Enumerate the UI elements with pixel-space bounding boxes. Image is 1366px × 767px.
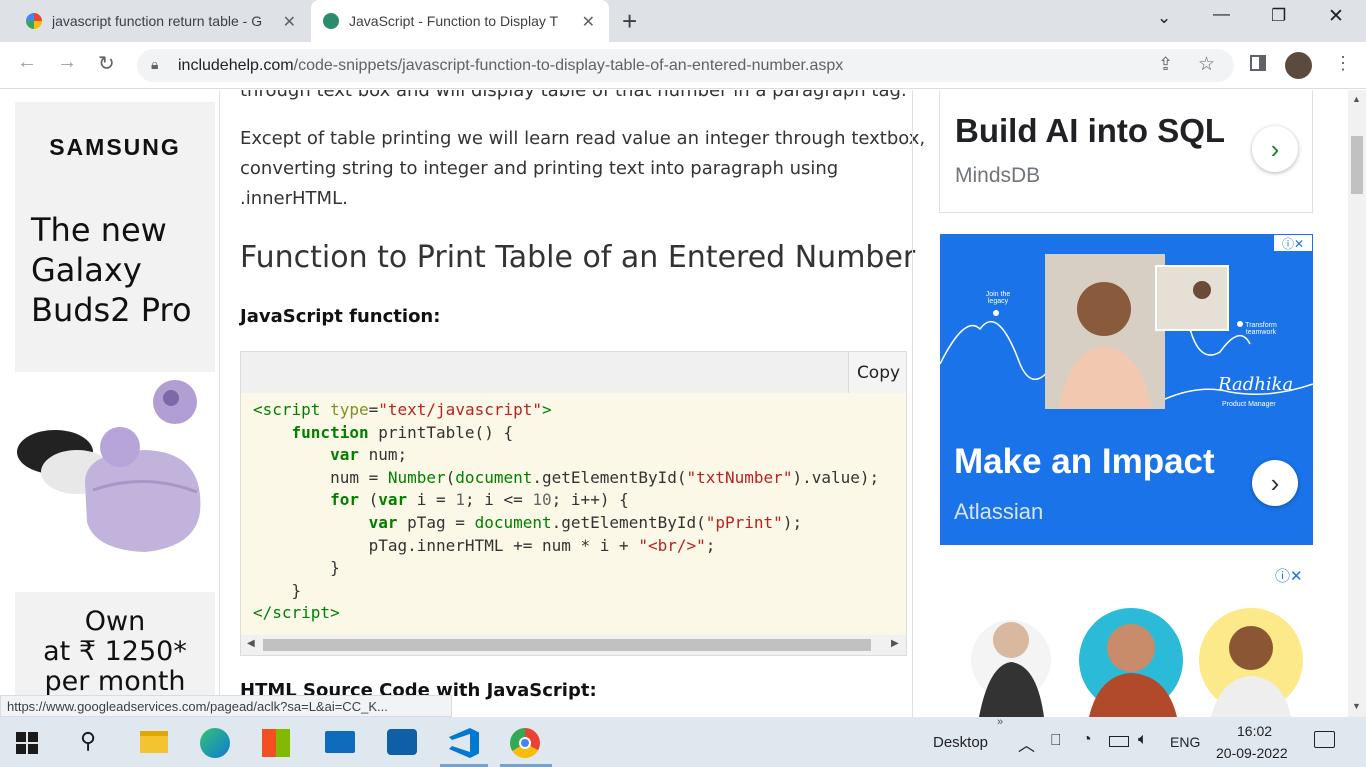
subheading: JavaScript function: (240, 306, 441, 327)
desktop-toolbar-label[interactable]: Desktop (933, 734, 988, 751)
vertical-scrollbar[interactable]: ▲ ▼ (1348, 90, 1366, 717)
scrollbar-thumb[interactable] (263, 639, 871, 651)
clock-date[interactable]: 20-09-2022 (1216, 745, 1288, 761)
samsung-ad[interactable]: SAMSUNG The new Galaxy Buds2 Pro Own at … (15, 102, 215, 717)
headline-line: Buds2 Pro (31, 291, 192, 329)
clock-time[interactable]: 16:02 (1237, 723, 1272, 739)
scroll-down-icon[interactable]: ▼ (1352, 701, 1361, 711)
ad-advertiser: Atlassian (954, 499, 1044, 524)
chevron-up-icon[interactable]: ︿ (1018, 731, 1035, 756)
side-panel-icon[interactable] (1250, 55, 1266, 71)
divider (219, 90, 220, 717)
browser-toolbar: ← → ↻ 🔒︎ includehelp.com/code-snippets/j… (0, 42, 1366, 89)
more-menu-icon[interactable]: ⋮ (1334, 53, 1352, 74)
chevron-right-icon[interactable]: › (1252, 126, 1298, 172)
windows-start-icon[interactable] (16, 732, 48, 764)
paragraph-line: .innerHTML. (240, 188, 348, 209)
horizontal-scrollbar[interactable]: ◀ ▶ (241, 635, 906, 655)
chevron-right-icon[interactable]: › (1252, 460, 1298, 506)
paragraph-line: converting string to integer and printin… (240, 158, 839, 179)
ad-advertiser: MindsDB (955, 164, 1041, 187)
notification-icon[interactable] (1314, 731, 1335, 748)
code-text[interactable]: <script type="text/javascript"> function… (253, 399, 879, 625)
address-bar[interactable]: 🔒︎ includehelp.com/code-snippets/javascr… (137, 49, 1234, 82)
offer-line: at ₹ 1250* (43, 636, 187, 667)
reload-button[interactable]: ↻ (98, 51, 115, 76)
tab-title: JavaScript - Function to Display T (349, 13, 559, 29)
scroll-left-icon[interactable]: ◀ (247, 638, 255, 649)
tab-includehelp[interactable]: JavaScript - Function to Display T ✕ (311, 0, 609, 42)
ad-title: Build AI into SQL (955, 112, 1226, 149)
maximize-button[interactable]: ❐ (1271, 6, 1286, 26)
ad-offer: Own at ₹ 1250* per month (15, 607, 215, 697)
section-heading: Function to Print Table of an Entered Nu… (240, 240, 916, 275)
tab-search-icon[interactable]: ⌄ (1157, 8, 1171, 28)
chevron-double-icon[interactable]: » (997, 716, 1003, 728)
avatar[interactable] (1285, 52, 1312, 79)
headline-line: The new (31, 211, 167, 249)
headline-line: Galaxy (31, 251, 142, 289)
ad-choices-icon[interactable]: ⓘ✕ (1274, 235, 1312, 251)
code-block: Copy <script type="text/javascript"> fun… (240, 351, 907, 656)
scrollbar-thumb[interactable] (1351, 136, 1363, 194)
lock-icon[interactable]: 🔒︎ (151, 56, 158, 73)
share-icon[interactable]: ⇪ (1158, 54, 1173, 75)
role: Product Manager (1222, 401, 1276, 408)
minimize-button[interactable]: — (1213, 4, 1230, 24)
battery-icon[interactable] (1109, 736, 1129, 747)
url-text[interactable]: includehelp.com/code-snippets/javascript… (178, 57, 843, 75)
vscode-icon[interactable] (449, 728, 479, 758)
chrome-center (519, 737, 531, 749)
close-icon[interactable]: ✕ (283, 12, 296, 32)
url-path: /code-snippets/javascript-function-to-di… (293, 57, 844, 74)
new-tab-button[interactable]: + (622, 6, 637, 37)
ad-choices-icon[interactable]: ⓘ✕ (1275, 565, 1303, 586)
earbuds-image (15, 372, 215, 592)
scroll-up-icon[interactable]: ▲ (1352, 94, 1361, 104)
divider (912, 90, 913, 717)
atlassian-ad[interactable]: Join the legacy Transform teamwork Radhi… (940, 234, 1313, 545)
language-indicator[interactable]: ENG (1170, 734, 1200, 750)
url-domain: includehelp.com (178, 57, 294, 74)
meet-icon[interactable]: ⎕ (1051, 732, 1061, 750)
close-window-button[interactable]: ✕ (1328, 5, 1344, 28)
tag-join: Join the legacy (985, 291, 1011, 305)
web-page: SAMSUNG The new Galaxy Buds2 Pro Own at … (0, 90, 1366, 717)
signature: Radhika (1218, 374, 1294, 395)
code-header: Copy (241, 352, 906, 393)
tag-transform: Transform teamwork (1245, 322, 1277, 336)
store-icon[interactable] (262, 729, 290, 757)
close-icon[interactable]: ✕ (582, 12, 595, 32)
intro-paragraph: Except of table printing we will learn r… (240, 124, 926, 214)
status-url: https://www.googleadservices.com/pagead/… (0, 695, 452, 717)
scroll-right-icon[interactable]: ▶ (891, 638, 899, 649)
edge-icon[interactable] (200, 728, 230, 758)
copy-button[interactable]: Copy (848, 352, 906, 393)
google-icon (26, 13, 42, 29)
includehelp-icon (323, 13, 339, 29)
tab-title: javascript function return table - G (52, 13, 263, 29)
tab-google-search[interactable]: javascript function return table - G ✕ (14, 0, 310, 42)
wifi-icon[interactable]: ◔ (1082, 731, 1092, 749)
mindsdb-ad[interactable]: Build AI into SQL MindsDB › (939, 90, 1313, 213)
taskbar: ⚲ » Desktop ︿ ⎕ ◔ 🔈︎ ENG 16:02 20-09-202… (0, 716, 1366, 767)
samsung-logo: SAMSUNG (49, 134, 181, 160)
mail-icon[interactable] (325, 731, 355, 753)
offer-line: per month (44, 666, 186, 697)
paragraph-line: Except of table printing we will learn r… (240, 128, 926, 149)
speaker-icon[interactable]: 🔈︎ (1138, 731, 1148, 749)
back-button[interactable]: ← (17, 51, 37, 74)
ad-illustration (971, 608, 1303, 717)
people-ad[interactable]: ⓘ✕ (939, 560, 1314, 717)
file-explorer-icon[interactable] (140, 731, 168, 753)
forward-button[interactable]: → (57, 51, 77, 74)
offer-line: Own (84, 606, 146, 637)
partial-line: through text box and will display table … (240, 90, 907, 101)
ad-headline: The new Galaxy Buds2 Pro (31, 210, 192, 330)
tab-strip: javascript function return table - G ✕ J… (0, 0, 1366, 42)
ad-title: Make an Impact (954, 442, 1215, 481)
search-icon[interactable]: ⚲ (80, 728, 96, 754)
app-icon[interactable] (387, 729, 417, 755)
bookmark-star-icon[interactable]: ☆ (1198, 53, 1215, 76)
